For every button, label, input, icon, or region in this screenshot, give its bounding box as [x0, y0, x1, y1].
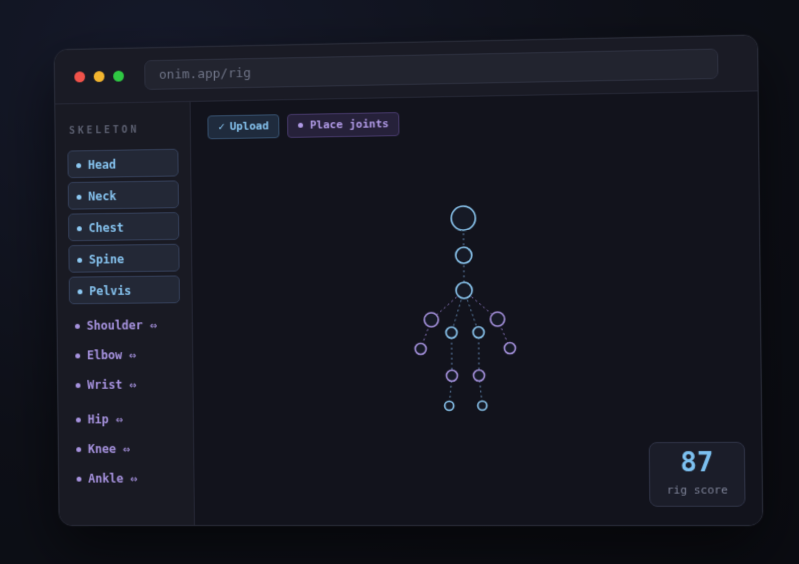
sidebar-item-label: Ankle ⇔	[88, 471, 138, 486]
joint-right-ankle[interactable]	[478, 401, 487, 410]
sidebar-item-wrist[interactable]: Wrist ⇔	[70, 371, 181, 399]
screen: onim.app/rig SKELETON Head Neck Chest Sp…	[0, 0, 799, 564]
sidebar-item-label: Head	[87, 157, 117, 172]
rig-canvas-area: ✓ Upload Place joints 87 rig score	[190, 91, 763, 526]
joint-right-shoulder[interactable]	[490, 312, 504, 326]
sidebar-item-elbow[interactable]: Elbow ⇔	[69, 341, 180, 369]
sidebar-item-label: Elbow ⇔	[86, 348, 137, 363]
joint-left-elbow[interactable]	[414, 342, 427, 355]
joint-chest[interactable]	[456, 282, 472, 298]
joint-dot-icon	[76, 163, 82, 169]
joint-dot-icon	[75, 417, 81, 423]
rig-score-label: rig score	[666, 483, 728, 497]
app-window: onim.app/rig SKELETON Head Neck Chest Sp…	[53, 34, 764, 527]
sidebar-item-label: Wrist ⇔	[87, 377, 137, 392]
sidebar-item-pelvis[interactable]: Pelvis	[68, 275, 180, 305]
joint-dot-icon	[76, 476, 82, 482]
sidebar-item-hip[interactable]: Hip ⇔	[70, 405, 181, 433]
sidebar-item-label: Chest	[88, 220, 124, 236]
joint-dot-icon	[75, 383, 81, 388]
sidebar-item-label: Hip ⇔	[87, 412, 123, 427]
maximize-window-button[interactable]	[113, 70, 124, 82]
sidebar-item-label: Knee ⇔	[87, 442, 131, 456]
joint-left-shoulder[interactable]	[423, 311, 439, 328]
sidebar-title: SKELETON	[69, 124, 140, 137]
joint-dot-icon	[75, 353, 81, 359]
sidebar-item-label: Neck	[88, 189, 117, 204]
joint-right-hip[interactable]	[473, 327, 484, 338]
joint-neck[interactable]	[456, 247, 472, 263]
sidebar-item-label: Shoulder ⇔	[86, 318, 158, 333]
joint-left-ankle[interactable]	[445, 401, 454, 410]
joint-dot-icon	[76, 194, 82, 200]
sidebar-item-ankle[interactable]: Ankle ⇔	[71, 465, 182, 493]
joint-dot-icon	[76, 226, 82, 232]
joint-left-knee[interactable]	[446, 370, 457, 381]
joint-dot-icon	[74, 323, 80, 329]
sidebar-item-chest[interactable]: Chest	[68, 212, 180, 242]
joint-left-hip[interactable]	[446, 327, 457, 338]
joint-dot-icon	[77, 289, 83, 295]
sidebar-item-shoulder[interactable]: Shoulder ⇔	[69, 311, 180, 340]
joint-right-knee[interactable]	[473, 370, 484, 381]
rig-score-value: 87	[680, 446, 714, 479]
joint-dot-icon	[76, 447, 82, 453]
rig-score-card: 87 rig score	[648, 441, 746, 507]
joint-head[interactable]	[451, 206, 475, 230]
close-window-button[interactable]	[74, 71, 86, 83]
sidebar-item-neck[interactable]: Neck	[67, 180, 179, 210]
sidebar-item-label: Pelvis	[89, 283, 132, 299]
joint-right-elbow[interactable]	[504, 343, 515, 354]
sidebar-item-label: Spine	[88, 252, 125, 267]
sidebar-item-spine[interactable]: Spine	[68, 243, 180, 273]
joint-dot-icon	[77, 257, 83, 263]
sidebar-item-head[interactable]: Head	[67, 148, 179, 179]
address-bar[interactable]: onim.app/rig	[144, 48, 719, 90]
skeleton-sidebar: SKELETON Head Neck Chest Spine Pelvis Sh…	[55, 101, 195, 526]
minimize-window-button[interactable]	[93, 70, 105, 83]
sidebar-item-knee[interactable]: Knee ⇔	[70, 435, 181, 463]
